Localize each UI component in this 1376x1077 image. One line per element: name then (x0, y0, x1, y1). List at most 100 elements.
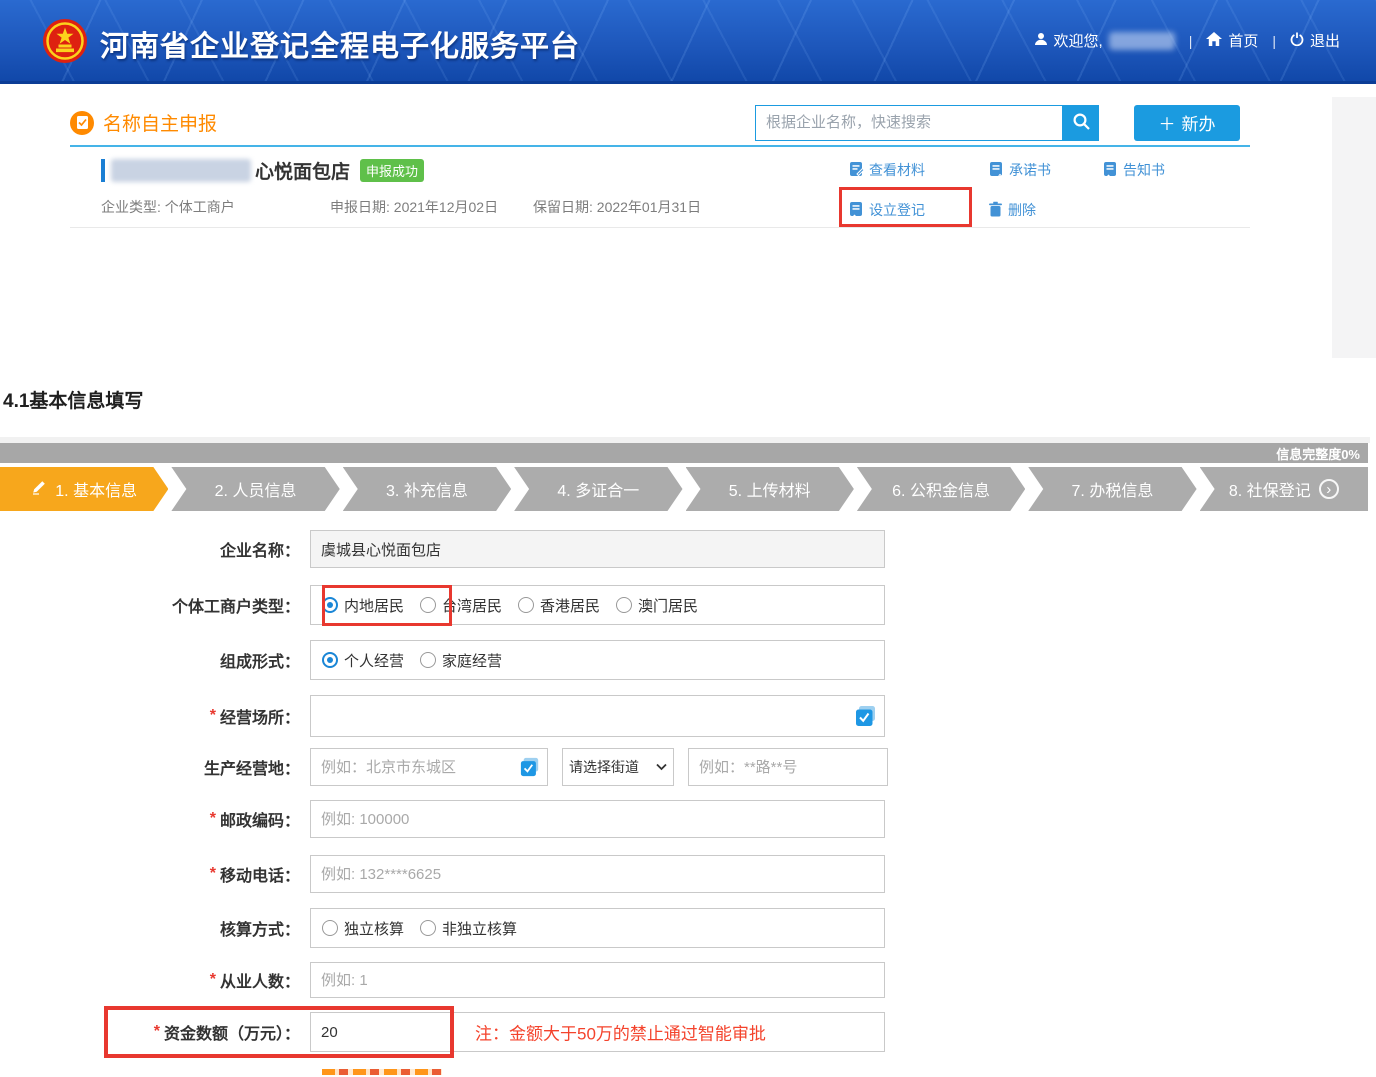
pencil-icon (31, 479, 47, 500)
step-label: 6. 公积金信息 (892, 477, 990, 501)
home-icon (1206, 32, 1222, 50)
address-input[interactable] (688, 748, 888, 786)
step-tab-upload-materials[interactable]: 5. 上传材料 (686, 467, 854, 511)
address-input-wrap (688, 748, 888, 786)
composition-radio-group: 个人经营 家庭经营 (310, 640, 885, 680)
employee-count-input[interactable] (310, 962, 885, 998)
panel-header: 名称自主申报 ＋新办 (70, 100, 1250, 147)
address-picker-icon[interactable] (855, 705, 877, 727)
radio-icon (322, 920, 338, 936)
setup-registration-label: 设立登记 (869, 200, 925, 220)
user-icon (1034, 32, 1048, 50)
label-text: 企业名称： (220, 537, 300, 561)
completeness-bar: 信息完整度0% (0, 443, 1368, 463)
field-label: *资金数额（万元）： (0, 1012, 300, 1052)
step-label: 4. 多证合一 (557, 477, 639, 501)
form-row-business-place: *经营场所： (0, 695, 920, 737)
district-picker-icon[interactable] (520, 757, 540, 777)
radio-mainland-resident[interactable]: 内地居民 (322, 595, 404, 616)
trash-icon (988, 201, 1003, 220)
declare-form-icon (70, 111, 94, 135)
search-input[interactable] (755, 105, 1063, 141)
section-title: 名称自主申报 (103, 109, 217, 136)
business-place-input[interactable] (310, 695, 885, 737)
search-icon (1072, 112, 1091, 134)
radio-taiwan-resident[interactable]: 台湾居民 (420, 595, 502, 616)
field-label: *移动电话： (0, 855, 300, 893)
field-control: 个人经营 家庭经营 (310, 640, 885, 680)
accounting-radio-group: 独立核算 非独立核算 (310, 908, 885, 948)
document-icon (1102, 161, 1118, 180)
commitment-letter-link[interactable]: 承诺书 (988, 160, 1102, 180)
radio-icon (616, 597, 632, 613)
radio-icon (518, 597, 534, 613)
company-name-input[interactable] (310, 530, 885, 568)
street-select[interactable]: 请选择街道 (562, 748, 674, 786)
home-link[interactable]: 首页 (1206, 30, 1258, 51)
view-materials-link[interactable]: 查看材料 (848, 160, 988, 180)
postal-code-input[interactable] (310, 800, 885, 838)
plus-icon: ＋ (1159, 110, 1176, 135)
radio-label: 家庭经营 (442, 650, 502, 671)
setup-registration-link[interactable]: 设立登记 (848, 200, 988, 220)
required-mark: * (210, 971, 216, 989)
welcome-text: 欢迎您, (1054, 30, 1103, 51)
mobile-phone-input[interactable] (310, 855, 885, 893)
radio-hongkong-resident[interactable]: 香港居民 (518, 595, 600, 616)
step-label: 1. 基本信息 (55, 477, 137, 501)
retain-date: 保留日期: 2022年01月31日 (533, 197, 701, 217)
logout-link[interactable]: 退出 (1290, 30, 1340, 51)
district-input[interactable] (310, 748, 548, 786)
radio-non-independent-accounting[interactable]: 非独立核算 (420, 918, 517, 939)
field-control: 内地居民 台湾居民 香港居民 澳门居民 (310, 585, 885, 625)
delete-label: 删除 (1008, 200, 1036, 220)
form-row-employee-count: *从业人数： (0, 962, 920, 998)
label-text: 资金数额（万元）： (164, 1020, 300, 1044)
field-control (310, 855, 885, 893)
step-tab-personnel-info[interactable]: 2. 人员信息 (171, 467, 339, 511)
logout-label: 退出 (1310, 30, 1340, 51)
district-input-wrap (310, 748, 548, 786)
field-control: 请选择街道 (310, 748, 888, 786)
notice-letter-link[interactable]: 告知书 (1102, 160, 1222, 180)
application-list-item: 心悦面包店 申报成功 企业类型: 个体工商户 申报日期: 2021年12月02日… (70, 147, 1250, 228)
step-tab-social-security[interactable]: 8. 社保登记 › (1200, 467, 1368, 511)
site-header: 河南省企业登记全程电子化服务平台 欢迎您, | 首页 | (0, 0, 1376, 84)
radio-label: 内地居民 (344, 595, 404, 616)
document-icon (848, 201, 864, 220)
label-text: 组成形式： (220, 648, 300, 672)
radio-label: 个人经营 (344, 650, 404, 671)
radio-individual-operation[interactable]: 个人经营 (322, 650, 404, 671)
company-name: 心悦面包店 (255, 157, 350, 184)
step-tab-basic-info[interactable]: 1. 基本信息 (0, 467, 168, 511)
radio-macau-resident[interactable]: 澳门居民 (616, 595, 698, 616)
label-text: 核算方式： (220, 916, 300, 940)
step-label: 8. 社保登记 (1229, 477, 1311, 501)
page: 河南省企业登记全程电子化服务平台 欢迎您, | 首页 | (0, 0, 1376, 1077)
radio-independent-accounting[interactable]: 独立核算 (322, 918, 404, 939)
new-application-button[interactable]: ＋新办 (1134, 105, 1240, 141)
form-row-household-type: 个体工商户类型： 内地居民 台湾居民 香港居民 澳门居民 (0, 585, 920, 625)
basic-info-form: 企业名称： 个体工商户类型： 内地居民 台湾居民 香港居民 澳门居民 组成形式：… (0, 530, 920, 1052)
notice-letter-label: 告知书 (1123, 160, 1165, 180)
search-button[interactable] (1063, 105, 1099, 141)
field-label: 企业名称： (0, 530, 300, 568)
radio-family-operation[interactable]: 家庭经营 (420, 650, 502, 671)
national-emblem-icon (42, 18, 88, 69)
step-tab-supplement-info[interactable]: 3. 补充信息 (343, 467, 511, 511)
delete-link[interactable]: 删除 (988, 200, 1102, 220)
declare-panel: 名称自主申报 ＋新办 心悦面包店 申报成功 (70, 100, 1250, 228)
required-mark: * (210, 810, 216, 828)
radio-label: 独立核算 (344, 918, 404, 939)
field-control (310, 695, 885, 737)
step-label: 2. 人员信息 (215, 477, 297, 501)
label-text: 移动电话： (220, 862, 300, 886)
field-control (310, 800, 885, 838)
step-tab-housing-fund[interactable]: 6. 公积金信息 (857, 467, 1025, 511)
step-tab-tax-info[interactable]: 7. 办税信息 (1028, 467, 1196, 511)
step-tab-multi-cert[interactable]: 4. 多证合一 (514, 467, 682, 511)
brand: 河南省企业登记全程电子化服务平台 (42, 18, 580, 69)
street-select-wrap: 请选择街道 (562, 748, 674, 786)
field-label: 核算方式： (0, 908, 300, 948)
step-label: 5. 上传材料 (729, 477, 811, 501)
